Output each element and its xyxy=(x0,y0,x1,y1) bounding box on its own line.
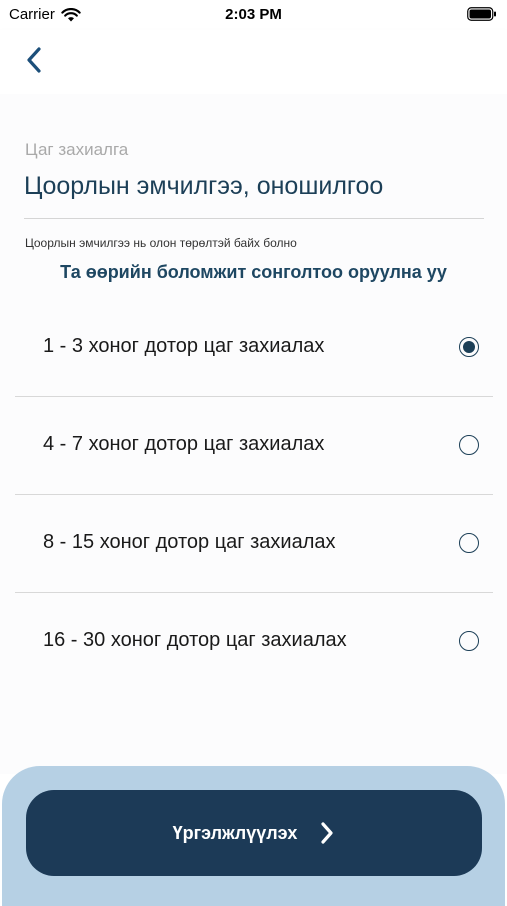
navigation-bar xyxy=(0,30,507,94)
option-row[interactable]: 8 - 15 хоног дотор цаг захиалах xyxy=(15,495,493,593)
option-row[interactable]: 16 - 30 хоног дотор цаг захиалах xyxy=(15,593,493,690)
radio-button[interactable] xyxy=(459,533,479,553)
chevron-left-icon xyxy=(27,47,41,73)
option-row[interactable]: 1 - 3 хоног дотор цаг захиалах xyxy=(15,299,493,397)
continue-button[interactable]: Үргэлжлүүлэх xyxy=(26,790,482,876)
instruction-heading: Та өөрийн боломжит сонголтоо оруулна уу xyxy=(60,262,447,282)
status-time: 2:03 PM xyxy=(225,6,282,23)
radio-dot xyxy=(463,341,475,353)
hint-text: Цоорлын эмчилгээ нь олон төрөлтэй байх б… xyxy=(25,236,297,250)
back-button[interactable] xyxy=(16,42,52,78)
service-field[interactable]: Цоорлын эмчилгээ, оношилгоо xyxy=(24,172,383,201)
continue-label: Үргэлжлүүлэх xyxy=(172,822,298,843)
option-label: 4 - 7 хоног дотор цаг захиалах xyxy=(43,433,325,455)
option-label: 16 - 30 хоног дотор цаг захиалах xyxy=(43,629,347,651)
status-bar: Carrier 2:03 PM xyxy=(0,0,507,30)
option-row[interactable]: 4 - 7 хоног дотор цаг захиалах xyxy=(15,397,493,495)
radio-button-selected[interactable] xyxy=(459,337,479,357)
field-divider xyxy=(24,218,484,219)
form-content: Цаг захиалга Цоорлын эмчилгээ, оношилгоо… xyxy=(0,94,507,774)
option-label: 1 - 3 хоног дотор цаг захиалах xyxy=(43,335,325,357)
radio-button[interactable] xyxy=(459,631,479,651)
appointment-label: Цаг захиалга xyxy=(25,140,129,159)
radio-button[interactable] xyxy=(459,435,479,455)
option-label: 8 - 15 хоног дотор цаг захиалах xyxy=(43,531,336,553)
chevron-right-icon xyxy=(321,822,333,844)
battery-icon xyxy=(467,7,496,21)
options-list: 1 - 3 хоног дотор цаг захиалах 4 - 7 хон… xyxy=(15,299,493,690)
